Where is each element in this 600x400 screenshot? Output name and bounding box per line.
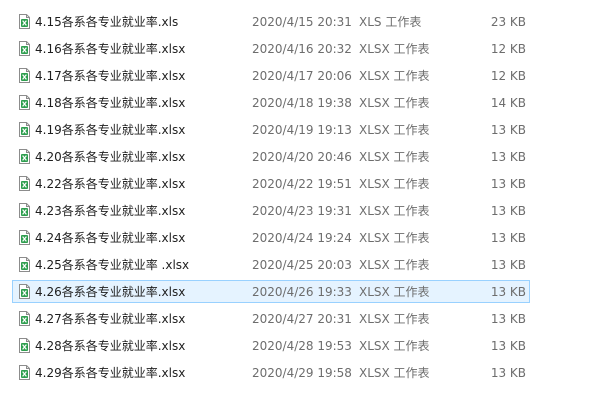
file-name: 4.25各系各专业就业率 .xlsx — [35, 258, 190, 272]
file-size: 13 KB — [490, 285, 526, 299]
file-size: 13 KB — [490, 123, 526, 137]
excel-file-icon — [19, 68, 30, 83]
file-name: 4.15各系各专业就业率.xls — [35, 15, 179, 29]
file-type: XLSX 工作表 — [359, 312, 430, 326]
file-type: XLSX 工作表 — [359, 339, 430, 353]
file-name: 4.18各系各专业就业率.xlsx — [35, 96, 186, 110]
file-date-modified: 2020/4/28 19:53 — [252, 339, 352, 353]
file-name: 4.29各系各专业就业率.xlsx — [35, 366, 186, 380]
file-type: XLSX 工作表 — [359, 123, 430, 137]
file-name: 4.17各系各专业就业率.xlsx — [35, 69, 186, 83]
file-type: XLSX 工作表 — [359, 42, 430, 56]
file-type: XLSX 工作表 — [359, 285, 430, 299]
excel-file-icon — [19, 203, 30, 218]
file-row[interactable]: 4.17各系各专业就业率.xlsx 2020/4/17 20:06 XLSX 工作表… — [12, 64, 530, 87]
file-date-modified: 2020/4/18 19:38 — [252, 96, 352, 110]
file-row[interactable]: 4.19各系各专业就业率.xlsx 2020/4/19 19:13 XLSX 工作表… — [12, 118, 530, 141]
excel-file-icon — [19, 95, 30, 110]
file-date-modified: 2020/4/22 19:51 — [252, 177, 352, 191]
file-row[interactable]: 4.16各系各专业就业率.xlsx 2020/4/16 20:32 XLSX 工作表… — [12, 37, 530, 60]
file-type: XLS 工作表 — [359, 15, 422, 29]
file-size: 13 KB — [490, 366, 526, 380]
file-type: XLSX 工作表 — [359, 231, 430, 245]
file-date-modified: 2020/4/15 20:31 — [252, 15, 352, 29]
file-type: XLSX 工作表 — [359, 96, 430, 110]
file-row[interactable]: 4.26各系各专业就业率.xlsx 2020/4/26 19:33 XLSX 工作表… — [12, 280, 530, 303]
file-name: 4.24各系各专业就业率.xlsx — [35, 231, 186, 245]
file-type: XLSX 工作表 — [359, 177, 430, 191]
file-name: 4.16各系各专业就业率.xlsx — [35, 42, 186, 56]
file-size: 13 KB — [490, 150, 526, 164]
file-size: 13 KB — [490, 231, 526, 245]
file-row[interactable]: 4.15各系各专业就业率.xls 2020/4/15 20:31 XLS 工作表 23… — [12, 10, 530, 33]
file-name: 4.28各系各专业就业率.xlsx — [35, 339, 186, 353]
file-date-modified: 2020/4/24 19:24 — [252, 231, 352, 245]
file-size: 13 KB — [490, 177, 526, 191]
file-size: 13 KB — [490, 204, 526, 218]
excel-file-icon — [19, 257, 30, 272]
excel-file-icon — [19, 149, 30, 164]
file-type: XLSX 工作表 — [359, 204, 430, 218]
file-row[interactable]: 4.29各系各专业就业率.xlsx 2020/4/29 19:58 XLSX 工作表… — [12, 361, 530, 384]
file-type: XLSX 工作表 — [359, 366, 430, 380]
file-name: 4.19各系各专业就业率.xlsx — [35, 123, 186, 137]
file-size: 13 KB — [490, 258, 526, 272]
file-date-modified: 2020/4/19 19:13 — [252, 123, 352, 137]
file-row[interactable]: 4.25各系各专业就业率 .xlsx 2020/4/25 20:03 XLSX 工作… — [12, 253, 530, 276]
file-size: 13 KB — [490, 339, 526, 353]
file-name: 4.22各系各专业就业率.xlsx — [35, 177, 186, 191]
file-row[interactable]: 4.22各系各专业就业率.xlsx 2020/4/22 19:51 XLSX 工作表… — [12, 172, 530, 195]
excel-file-icon — [19, 338, 30, 353]
excel-file-icon — [19, 122, 30, 137]
excel-file-icon — [19, 176, 30, 191]
file-size: 12 KB — [490, 42, 526, 56]
file-date-modified: 2020/4/17 20:06 — [252, 69, 352, 83]
excel-file-icon — [19, 284, 30, 299]
file-date-modified: 2020/4/16 20:32 — [252, 42, 352, 56]
file-row[interactable]: 4.28各系各专业就业率.xlsx 2020/4/28 19:53 XLSX 工作表… — [12, 334, 530, 357]
file-size: 12 KB — [490, 69, 526, 83]
file-date-modified: 2020/4/29 19:58 — [252, 366, 352, 380]
file-row[interactable]: 4.18各系各专业就业率.xlsx 2020/4/18 19:38 XLSX 工作表… — [12, 91, 530, 114]
excel-file-icon — [19, 365, 30, 380]
file-type: XLSX 工作表 — [359, 258, 430, 272]
file-date-modified: 2020/4/23 19:31 — [252, 204, 352, 218]
file-date-modified: 2020/4/20 20:46 — [252, 150, 352, 164]
file-type: XLSX 工作表 — [359, 69, 430, 83]
file-name: 4.23各系各专业就业率.xlsx — [35, 204, 186, 218]
file-row[interactable]: 4.23各系各专业就业率.xlsx 2020/4/23 19:31 XLSX 工作表… — [12, 199, 530, 222]
file-date-modified: 2020/4/26 19:33 — [252, 285, 352, 299]
file-size: 14 KB — [490, 96, 526, 110]
file-size: 13 KB — [490, 312, 526, 326]
file-date-modified: 2020/4/27 20:31 — [252, 312, 352, 326]
file-row[interactable]: 4.20各系各专业就业率.xlsx 2020/4/20 20:46 XLSX 工作表… — [12, 145, 530, 168]
file-type: XLSX 工作表 — [359, 150, 430, 164]
excel-file-icon — [19, 311, 30, 326]
file-list: 4.15各系各专业就业率.xls 2020/4/15 20:31 XLS 工作表 23… — [0, 0, 600, 400]
excel-file-icon — [19, 41, 30, 56]
excel-file-icon — [19, 14, 30, 29]
file-name: 4.26各系各专业就业率.xlsx — [35, 285, 186, 299]
excel-file-icon — [19, 230, 30, 245]
file-name: 4.20各系各专业就业率.xlsx — [35, 150, 186, 164]
file-size: 23 KB — [490, 15, 526, 29]
file-date-modified: 2020/4/25 20:03 — [252, 258, 352, 272]
file-name: 4.27各系各专业就业率.xlsx — [35, 312, 186, 326]
file-row[interactable]: 4.24各系各专业就业率.xlsx 2020/4/24 19:24 XLSX 工作表… — [12, 226, 530, 249]
file-row[interactable]: 4.27各系各专业就业率.xlsx 2020/4/27 20:31 XLSX 工作表… — [12, 307, 530, 330]
